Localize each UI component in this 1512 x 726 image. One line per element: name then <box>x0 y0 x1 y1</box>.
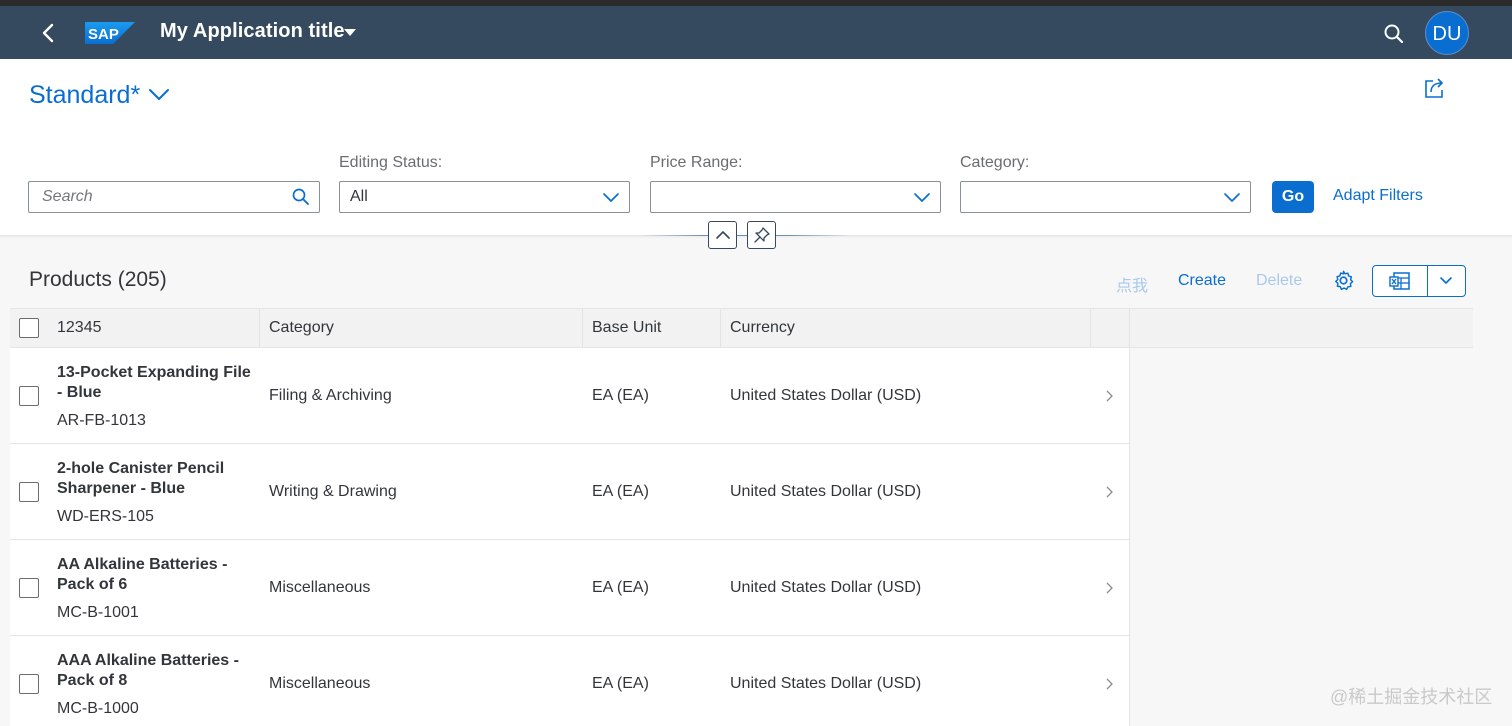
user-avatar[interactable]: DU <box>1425 11 1469 55</box>
delete-button[interactable]: Delete <box>1256 272 1302 290</box>
currency-cell: United States Dollar (USD) <box>730 675 922 692</box>
currency-cell: United States Dollar (USD) <box>730 579 922 596</box>
base-unit-cell: EA (EA) <box>592 579 649 596</box>
select-all-checkbox[interactable] <box>19 318 39 338</box>
watermark-text: @稀土掘金技术社区 <box>1330 687 1493 707</box>
product-name: AA Alkaline Batteries - Pack of 6 <box>57 556 228 593</box>
table-header: 12345 Category Base Unit Currency <box>10 308 1473 349</box>
navigation-arrow-icon[interactable] <box>1104 485 1114 499</box>
category-cell: Miscellaneous <box>269 675 371 692</box>
pin-header-button[interactable] <box>747 221 776 249</box>
search-icon[interactable] <box>1380 20 1408 48</box>
sap-logo-icon[interactable]: SAP <box>85 22 135 44</box>
column-header-base-unit[interactable]: Base Unit <box>592 319 661 337</box>
column-separator <box>1129 309 1130 349</box>
filter-header: Standard* Search Editing Status: All Pri… <box>0 59 1512 249</box>
share-icon[interactable] <box>1423 76 1447 100</box>
price-range-select[interactable] <box>650 181 941 213</box>
base-unit-cell: EA (EA) <box>592 483 649 500</box>
product-id: MC-B-1001 <box>57 604 139 621</box>
column-separator <box>259 309 260 349</box>
chevron-up-icon <box>716 231 730 239</box>
chevron-down-icon[interactable] <box>1439 275 1453 287</box>
category-cell: Writing & Drawing <box>269 483 397 500</box>
products-table: 12345 Category Base Unit Currency 13-Poc… <box>10 308 1473 726</box>
search-placeholder: Search <box>42 188 93 205</box>
table-title: Products (205) <box>29 268 167 291</box>
go-button[interactable]: Go <box>1272 181 1314 213</box>
svg-text:SAP: SAP <box>88 26 119 43</box>
product-name: AAA Alkaline Batteries - Pack of 8 <box>57 652 239 689</box>
product-id: AR-FB-1013 <box>57 412 146 429</box>
row-checkbox[interactable] <box>19 482 39 502</box>
category-select[interactable] <box>960 181 1251 213</box>
product-name: 13-Pocket Expanding File - Blue <box>57 364 251 401</box>
navigation-arrow-icon[interactable] <box>1104 677 1114 691</box>
variant-selector[interactable]: Standard* <box>29 81 140 110</box>
base-unit-cell: EA (EA) <box>592 675 649 692</box>
chevron-down-icon[interactable] <box>912 187 932 207</box>
currency-cell: United States Dollar (USD) <box>730 387 922 404</box>
settings-gear-icon[interactable] <box>1332 269 1355 292</box>
caret-down-icon[interactable] <box>343 28 357 38</box>
search-field[interactable]: Search <box>28 181 320 213</box>
table-row[interactable]: 2-hole Canister Pencil Sharpener - Blue … <box>10 444 1129 540</box>
base-unit-cell: EA (EA) <box>592 387 649 404</box>
category-cell: Miscellaneous <box>269 579 371 596</box>
column-separator <box>582 309 583 349</box>
chevron-down-icon[interactable] <box>601 187 621 207</box>
column-separator <box>1090 309 1091 349</box>
product-id: WD-ERS-105 <box>57 508 154 525</box>
chevron-down-icon[interactable] <box>148 87 170 103</box>
table-right-border <box>1129 348 1130 726</box>
pin-icon <box>754 227 770 243</box>
product-id: MC-B-1000 <box>57 700 139 717</box>
product-name: 2-hole Canister Pencil Sharpener - Blue <box>57 460 225 497</box>
navigation-arrow-icon[interactable] <box>1104 389 1114 403</box>
create-button[interactable]: Create <box>1178 272 1226 290</box>
split-divider <box>1427 266 1428 296</box>
back-arrow-icon[interactable] <box>36 20 62 46</box>
navigation-arrow-icon[interactable] <box>1104 581 1114 595</box>
header-divider <box>640 235 850 236</box>
shell-bar: SAP My Application title DU <box>0 6 1512 59</box>
column-header-currency[interactable]: Currency <box>730 319 795 337</box>
adapt-filters-link[interactable]: Adapt Filters <box>1333 187 1423 205</box>
export-split-button[interactable] <box>1372 265 1466 297</box>
table-row[interactable]: AA Alkaline Batteries - Pack of 6 MC-B-1… <box>10 540 1129 636</box>
category-label: Category: <box>960 154 1030 171</box>
row-checkbox[interactable] <box>19 674 39 694</box>
row-checkbox[interactable] <box>19 578 39 598</box>
table-row[interactable]: 13-Pocket Expanding File - Blue AR-FB-10… <box>10 348 1129 444</box>
category-cell: Filing & Archiving <box>269 387 392 404</box>
column-header-category[interactable]: Category <box>269 319 334 337</box>
chevron-down-icon[interactable] <box>1222 187 1242 207</box>
collapse-header-button[interactable] <box>708 221 737 249</box>
editing-status-label: Editing Status: <box>339 154 443 171</box>
editing-status-select[interactable]: All <box>339 181 630 213</box>
editing-status-value: All <box>350 188 368 205</box>
column-separator <box>720 309 721 349</box>
app-title[interactable]: My Application title <box>160 20 345 43</box>
currency-cell: United States Dollar (USD) <box>730 483 922 500</box>
row-checkbox[interactable] <box>19 386 39 406</box>
table-row[interactable]: AAA Alkaline Batteries - Pack of 8 MC-B-… <box>10 636 1129 726</box>
column-header-id[interactable]: 12345 <box>57 319 102 337</box>
search-icon[interactable] <box>291 187 311 207</box>
price-range-label: Price Range: <box>650 154 743 171</box>
click-me-button[interactable]: 点我 <box>1116 272 1148 296</box>
export-spreadsheet-icon[interactable] <box>1389 271 1411 291</box>
